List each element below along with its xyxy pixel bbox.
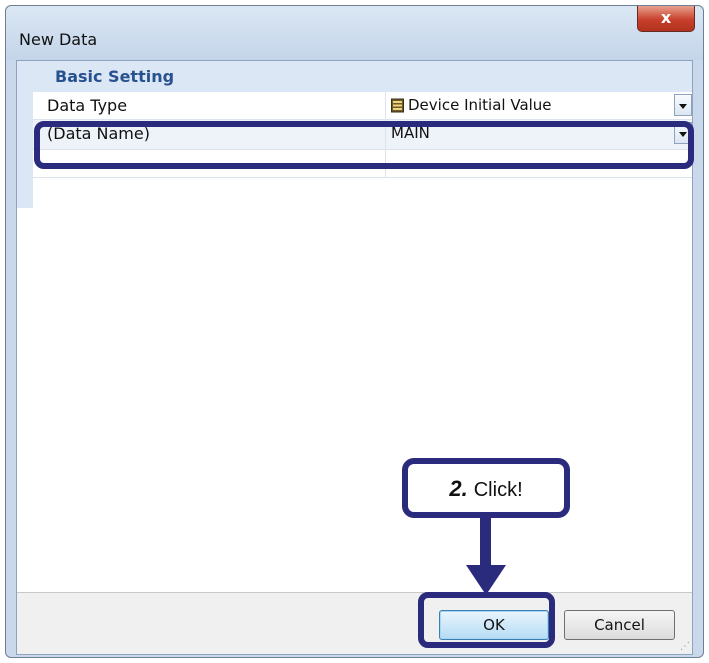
category-basic-setting[interactable]: Basic Setting (33, 61, 692, 92)
title-bar: New Data x (6, 6, 703, 60)
instruction-callout: 2. Click! (402, 458, 570, 518)
highlight-data-name-row (34, 121, 694, 169)
resize-grip-icon[interactable]: ⋰ (680, 641, 690, 652)
database-icon (391, 98, 404, 113)
property-value[interactable]: Device Initial Value (385, 92, 692, 119)
window-title: New Data (19, 30, 98, 49)
new-data-dialog: New Data x Basic Setting Data Type Devic… (5, 5, 704, 658)
property-value-text: Device Initial Value (408, 96, 552, 114)
arrow-down-icon (480, 518, 491, 572)
category-label: Basic Setting (55, 67, 175, 86)
button-bar: OK Cancel ⋰ (17, 592, 692, 654)
step-number: 2. (449, 476, 468, 501)
dropdown-arrow-icon[interactable] (674, 94, 692, 116)
arrow-head-icon (466, 565, 506, 595)
close-button[interactable]: x (637, 6, 695, 32)
highlight-ok-button (418, 592, 555, 648)
step-text: Click! (473, 479, 523, 501)
grid-gutter (17, 61, 33, 208)
callout-text: 2. Click! (408, 476, 564, 502)
property-name: Data Type (47, 96, 128, 115)
property-row-data-type[interactable]: Data Type Device Initial Value (33, 92, 692, 120)
cancel-button[interactable]: Cancel (564, 610, 675, 640)
